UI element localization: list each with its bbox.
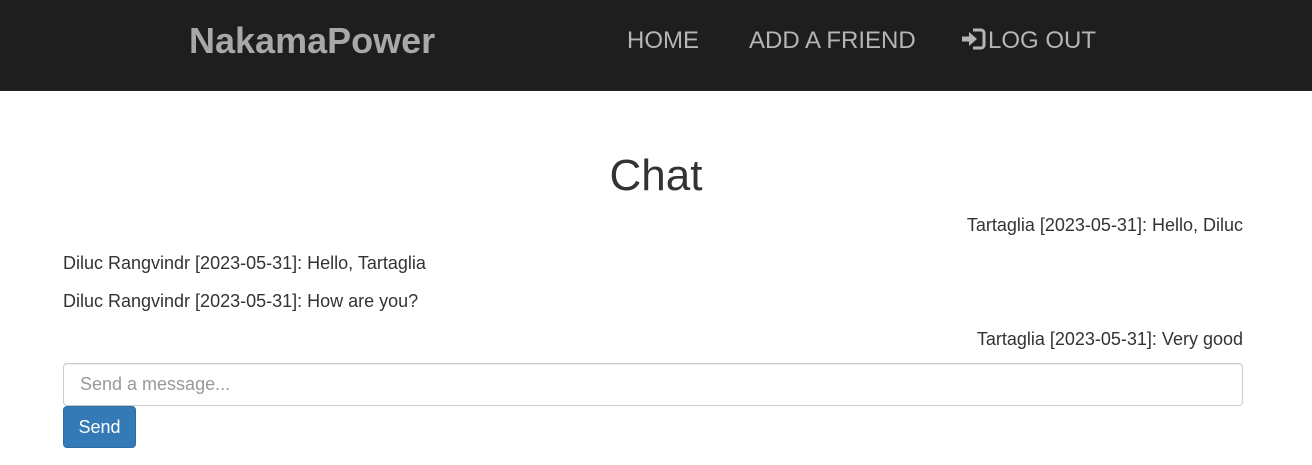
chat-message: Tartaglia [2023-05-31]: Very good (976, 329, 1243, 349)
nav-logout-link[interactable]: LOG OUT (960, 27, 1096, 55)
chat-message: Diluc Rangvindr [2023-05-31]: How are yo… (63, 291, 419, 311)
chat-message-list: Tartaglia [2023-05-31]: Hello, Diluc Dil… (63, 212, 1243, 364)
message-input[interactable] (63, 363, 1243, 406)
page-title: Chat (609, 151, 703, 200)
log-in-icon (962, 28, 986, 50)
top-navbar: NakamaPower HOME ADD A FRIEND LOG OUT (0, 0, 1312, 91)
chat-message: Tartaglia [2023-05-31]: Hello, Diluc (966, 215, 1243, 235)
logout-label: LOG OUT (988, 27, 1097, 54)
send-button[interactable]: Send (63, 406, 136, 448)
chat-message: Diluc Rangvindr [2023-05-31]: Hello, Tar… (63, 253, 426, 273)
nav-home-link[interactable]: HOME (627, 27, 699, 55)
brand-logo-link[interactable]: NakamaPower (189, 20, 435, 62)
nav-add-friend-link[interactable]: ADD A FRIEND (749, 27, 916, 55)
